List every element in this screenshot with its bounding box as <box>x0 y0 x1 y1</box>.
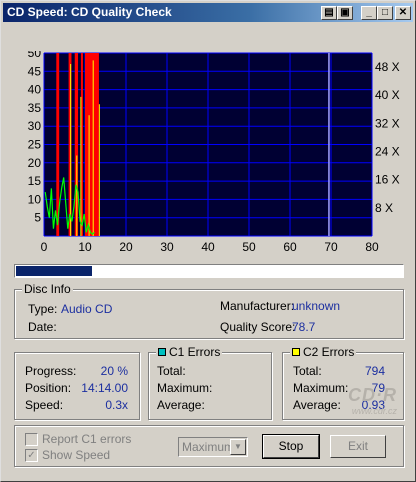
y-tick-label-left: 20 <box>28 156 42 170</box>
report-c1-checkbox-box[interactable] <box>25 432 38 446</box>
book-icon[interactable]: ▤ <box>321 6 337 20</box>
c2-average-label: Average: <box>293 398 341 412</box>
position-label: Position: <box>25 381 72 395</box>
x-tick-label: 20 <box>119 240 133 254</box>
c2-total-value: 794 <box>364 364 385 378</box>
y-tick-label-left: 35 <box>28 101 42 115</box>
c1-errors-title: C1 Errors <box>156 345 223 359</box>
save-icon[interactable]: ▣ <box>337 6 353 20</box>
speed-label: Speed: <box>25 398 64 412</box>
c1-average-label: Average: <box>157 398 205 412</box>
exit-button[interactable]: Exit <box>330 435 386 458</box>
stop-button[interactable]: Stop <box>262 434 320 459</box>
x-tick-label: 10 <box>78 240 92 254</box>
y-tick-label-right: 8 X <box>375 201 393 215</box>
progress-value: 20 % <box>100 364 128 378</box>
minimize-icon[interactable]: _ <box>361 6 377 20</box>
c2-total-label: Total: <box>293 364 322 378</box>
c1-color-swatch <box>158 348 166 356</box>
c1-total-label: Total: <box>157 364 186 378</box>
y-tick-label-left: 25 <box>28 138 42 152</box>
type-value: Audio CD <box>61 302 113 316</box>
c1-maximum-label: Maximum: <box>157 381 213 395</box>
c1-error-bar <box>85 53 99 236</box>
title-bar[interactable]: CD Speed: CD Quality Check ▤ ▣ _ □ ✕ <box>3 3 413 22</box>
y-tick-label-left: 5 <box>34 211 41 225</box>
y-tick-label-right: 40 X <box>375 88 400 102</box>
cd-speed-window: CD Speed: CD Quality Check ▤ ▣ _ □ ✕ 50 4… <box>0 0 416 482</box>
x-tick-label: 80 <box>365 240 379 254</box>
report-c1-checkbox[interactable]: Report C1 errors <box>25 432 131 446</box>
manufacturer-label: Manufacturer: <box>220 299 295 313</box>
disc-info-title: Disc Info <box>22 282 73 296</box>
date-label: Date: <box>28 320 57 334</box>
progress-bar-fill <box>16 266 93 276</box>
type-label: Type: <box>28 302 58 316</box>
progress-label: Progress: <box>25 364 77 378</box>
cdr-watermark-logo: CD·R www.cdr.cz <box>348 385 397 416</box>
speed-value: 0.3x <box>105 398 128 412</box>
show-speed-checkbox-box[interactable]: ✓ <box>25 448 38 462</box>
position-value: 14:14.00 <box>81 381 128 395</box>
y-tick-label-left: 10 <box>28 192 42 206</box>
window-title: CD Speed: CD Quality Check <box>7 5 172 19</box>
maximize-icon[interactable]: □ <box>377 6 393 20</box>
y-tick-label-right: 16 X <box>375 173 400 187</box>
y-tick-label-right: 24 X <box>375 145 400 159</box>
x-tick-label: 30 <box>160 240 174 254</box>
x-tick-label: 40 <box>201 240 215 254</box>
c2-errors-title-text: C2 Errors <box>303 345 355 359</box>
y-tick-label-left: 30 <box>28 119 42 133</box>
x-tick-label: 70 <box>324 240 338 254</box>
show-speed-label: Show Speed <box>42 448 111 462</box>
watermark-url: www.cdr.cz <box>351 406 397 416</box>
y-tick-label-right: 48 X <box>375 60 400 74</box>
report-c1-label: Report C1 errors <box>42 432 132 446</box>
x-tick-label: 50 <box>242 240 256 254</box>
manufacturer-value: unknown <box>292 299 341 313</box>
graph-mode-select-value: Maximum <box>182 440 235 454</box>
quality-chart-svg: 50 45 40 35 30 25 20 15 10 5 48 X 40 X 32 X 24 X 16 X 8… <box>28 46 400 254</box>
show-speed-checkbox[interactable]: ✓ Show Speed <box>25 448 110 462</box>
close-icon[interactable]: ✕ <box>395 6 411 20</box>
chevron-down-icon[interactable]: ▼ <box>230 439 246 455</box>
y-tick-label-left: 40 <box>28 83 42 97</box>
x-tick-label: 0 <box>41 240 48 254</box>
c2-errors-title: C2 Errors <box>290 345 357 359</box>
graph-mode-select[interactable]: Maximum ▼ <box>178 437 248 457</box>
quality-score-label: Quality Score: <box>220 320 296 334</box>
c2-color-swatch <box>292 348 300 356</box>
y-tick-label-right: 32 X <box>375 116 400 130</box>
quality-score-value: 78.7 <box>292 320 316 334</box>
y-tick-label-left: 15 <box>28 174 42 188</box>
y-tick-label-left: 45 <box>28 64 42 78</box>
progress-bar <box>14 264 404 278</box>
x-tick-label: 60 <box>283 240 297 254</box>
y-tick-label-left: 50 <box>28 51 42 60</box>
quality-chart: 50 45 40 35 30 25 20 15 10 5 48 X 40 X 32 X 24 X 16 X 8… <box>13 46 405 259</box>
c1-errors-title-text: C1 Errors <box>169 345 221 359</box>
watermark-logo-text: CD·R <box>348 385 397 405</box>
